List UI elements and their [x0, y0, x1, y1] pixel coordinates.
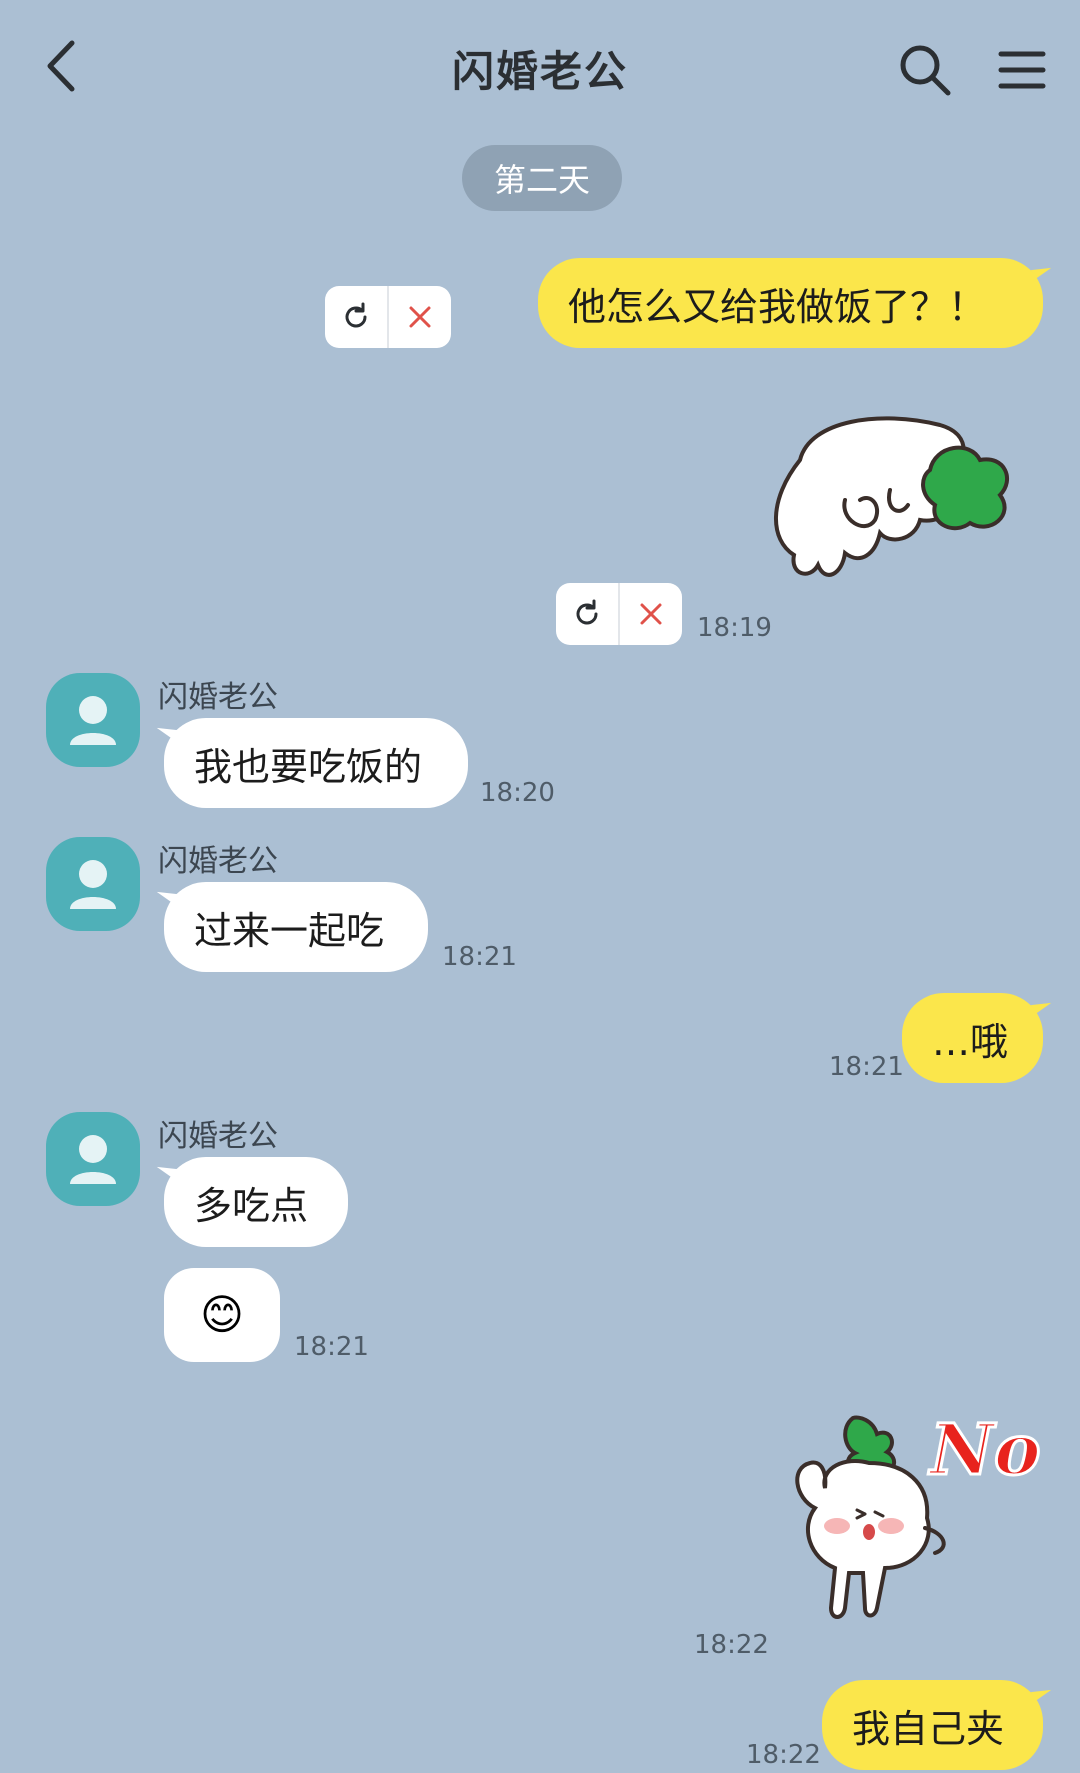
resend-button[interactable] — [325, 286, 389, 348]
sender-name: 闪婚老公 — [158, 844, 278, 879]
message-time: 18:21 — [294, 1332, 369, 1362]
avatar[interactable] — [46, 837, 140, 931]
message-text: 我自己夹 — [852, 1706, 1005, 1751]
message-text: 过来一起吃 — [194, 908, 385, 953]
search-button[interactable] — [895, 40, 955, 100]
date-divider: 第二天 — [462, 145, 622, 211]
avatar[interactable] — [46, 673, 140, 767]
their-message-bubble[interactable]: 过来一起吃 — [164, 882, 428, 972]
radish-sticker-hug[interactable] — [770, 405, 1035, 605]
radish-sticker-no[interactable]: No — [765, 1407, 1050, 1638]
user-icon — [70, 860, 116, 909]
message-time: 18:21 — [442, 942, 517, 972]
user-icon — [70, 1135, 116, 1184]
sticker-no-text: No — [929, 1407, 1043, 1493]
avatar[interactable] — [46, 1112, 140, 1206]
message-time: 18:19 — [697, 613, 772, 643]
their-message-bubble[interactable]: 我也要吃饭的 — [164, 718, 468, 808]
user-icon — [70, 696, 116, 745]
refresh-icon — [345, 302, 367, 328]
sender-name: 闪婚老公 — [158, 680, 278, 715]
close-icon — [640, 603, 662, 625]
message-text: 多吃点 — [194, 1183, 309, 1228]
sender-name: 闪婚老公 — [158, 1119, 278, 1154]
their-emoji-bubble[interactable]: 😊 — [164, 1268, 280, 1362]
smiling-face-emoji: 😊 — [200, 1290, 244, 1339]
failed-send-actions — [556, 583, 682, 645]
close-icon — [409, 306, 431, 328]
refresh-icon — [576, 599, 598, 625]
my-message-bubble[interactable]: …哦 — [902, 993, 1043, 1083]
menu-icon — [998, 51, 1046, 89]
my-message-bubble[interactable]: 我自己夹 — [822, 1680, 1043, 1770]
message-text: …哦 — [932, 1019, 1009, 1064]
message-time: 18:21 — [829, 1052, 904, 1082]
delete-button[interactable] — [389, 286, 451, 348]
message-text: 我也要吃饭的 — [194, 744, 423, 789]
my-message-bubble[interactable]: 他怎么又给我做饭了？！ — [538, 258, 1043, 348]
message-text: 他怎么又给我做饭了？！ — [568, 284, 987, 329]
menu-button[interactable] — [994, 42, 1050, 98]
search-icon — [900, 45, 951, 96]
message-time: 18:22 — [746, 1740, 821, 1770]
their-message-bubble[interactable]: 多吃点 — [164, 1157, 348, 1247]
delete-button[interactable] — [620, 583, 682, 645]
failed-send-actions — [325, 286, 451, 348]
resend-button[interactable] — [556, 583, 620, 645]
radish-sticker-image — [774, 416, 1010, 577]
message-time: 18:20 — [480, 778, 555, 808]
message-time: 18:22 — [694, 1630, 769, 1660]
